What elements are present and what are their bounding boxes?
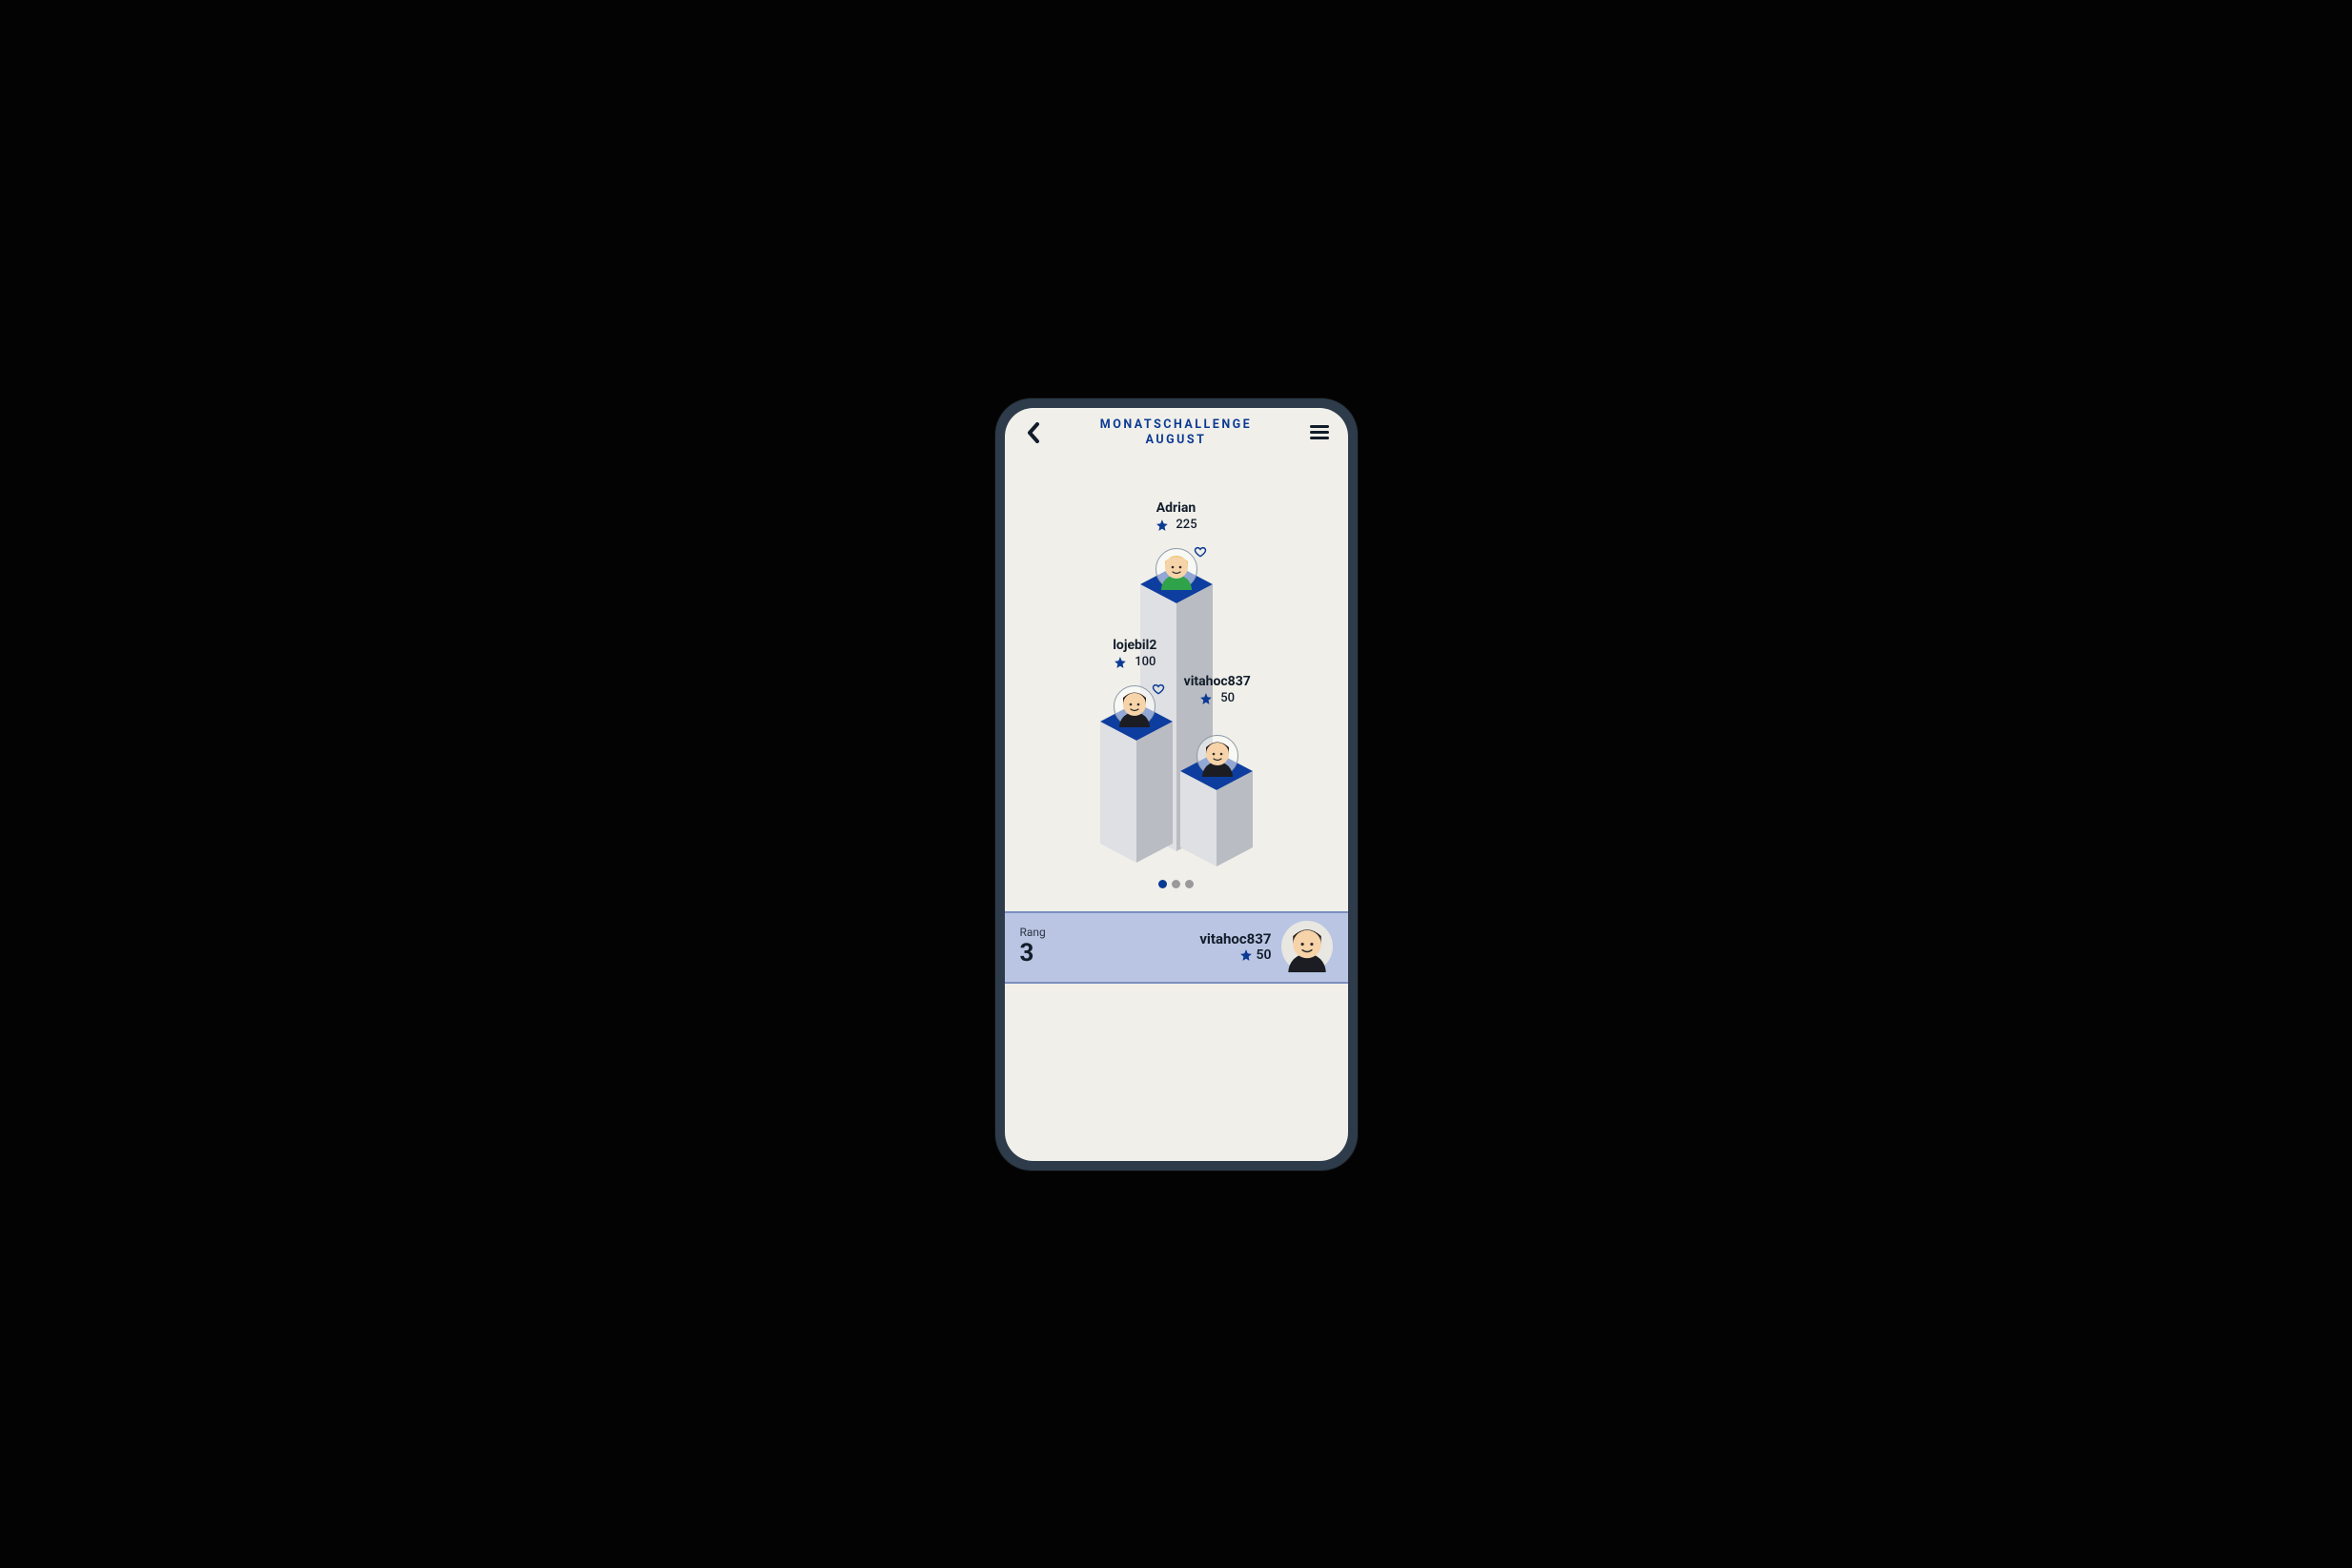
current-user-name: vitahoc837 bbox=[1199, 930, 1271, 947]
page-dot-2[interactable] bbox=[1172, 880, 1180, 888]
current-user-rank-strip[interactable]: Rang 3 vitahoc837 50 bbox=[1005, 911, 1348, 984]
back-button[interactable] bbox=[1018, 417, 1049, 448]
hamburger-icon bbox=[1310, 425, 1329, 440]
avatar-icon bbox=[1196, 735, 1238, 777]
podium-first-name: Adrian bbox=[1155, 500, 1196, 516]
avatar-icon bbox=[1114, 685, 1156, 727]
current-user-avatar[interactable] bbox=[1281, 921, 1333, 972]
podium-third-name: vitahoc837 bbox=[1184, 674, 1251, 689]
rank-number: 3 bbox=[1020, 939, 1046, 967]
avatar-icon bbox=[1281, 921, 1333, 972]
podium-third-label: vitahoc837 50 bbox=[1184, 674, 1251, 705]
phone-frame: MONATSCHALLENGE AUGUST bbox=[995, 398, 1358, 1171]
star-icon bbox=[1239, 948, 1253, 962]
podium-area: Adrian 225 bbox=[1005, 453, 1348, 872]
phone-screen: MONATSCHALLENGE AUGUST bbox=[1005, 408, 1348, 1161]
page-dot-1[interactable] bbox=[1158, 880, 1167, 888]
star-icon bbox=[1155, 519, 1168, 532]
page-dot-3[interactable] bbox=[1185, 880, 1194, 888]
podium-second-avatar[interactable] bbox=[1114, 685, 1156, 727]
rank-label: Rang bbox=[1020, 926, 1046, 939]
heart-icon[interactable] bbox=[1194, 544, 1207, 562]
star-icon bbox=[1114, 656, 1127, 669]
pagination-dots bbox=[1005, 872, 1348, 911]
current-user-score: 50 bbox=[1257, 947, 1272, 963]
rank-right: vitahoc837 50 bbox=[1199, 921, 1332, 972]
podium-third-avatar[interactable] bbox=[1196, 735, 1238, 777]
menu-button[interactable] bbox=[1304, 417, 1335, 448]
star-icon bbox=[1199, 692, 1213, 705]
podium-first-score: 225 bbox=[1176, 518, 1196, 532]
rank-left: Rang 3 bbox=[1020, 926, 1046, 967]
page-title-line1: MONATSCHALLENGE bbox=[1049, 417, 1304, 434]
page-title: MONATSCHALLENGE AUGUST bbox=[1049, 417, 1304, 450]
podium-third-score: 50 bbox=[1220, 691, 1235, 705]
podium-second-score: 100 bbox=[1135, 655, 1156, 669]
chevron-left-icon bbox=[1026, 422, 1041, 443]
podium-second-name: lojebil2 bbox=[1113, 638, 1156, 653]
page-title-line2: AUGUST bbox=[1049, 433, 1304, 449]
avatar-icon bbox=[1156, 548, 1197, 590]
podium-first-label: Adrian 225 bbox=[1155, 500, 1196, 532]
heart-icon[interactable] bbox=[1152, 682, 1165, 700]
app-header: MONATSCHALLENGE AUGUST bbox=[1005, 408, 1348, 454]
podium-first-avatar[interactable] bbox=[1156, 548, 1197, 590]
podium-second-label: lojebil2 100 bbox=[1113, 638, 1156, 669]
